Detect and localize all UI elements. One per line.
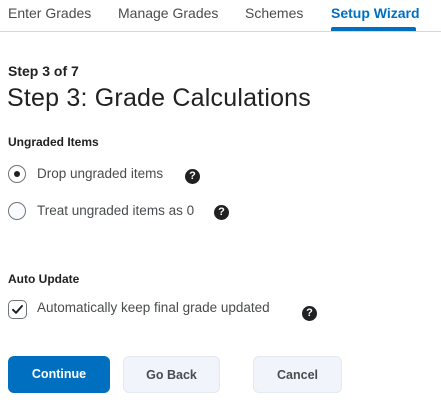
go-back-button[interactable]: Go Back <box>123 356 220 393</box>
active-tab-indicator <box>331 27 416 31</box>
checkmark-icon <box>12 305 23 314</box>
tab-schemes[interactable]: Schemes <box>245 5 303 21</box>
radio-treat-ungraded-zero[interactable] <box>8 202 26 220</box>
cancel-button[interactable]: Cancel <box>253 356 342 393</box>
tab-manage-grades[interactable]: Manage Grades <box>118 5 218 21</box>
help-icon[interactable]: ? <box>185 169 200 184</box>
page-title: Step 3: Grade Calculations <box>7 84 311 112</box>
radio-selected-dot <box>14 171 20 177</box>
radio-drop-ungraded-label[interactable]: Drop ungraded items <box>37 166 163 181</box>
grades-tab-bar: Enter Grades Manage Grades Schemes Setup… <box>0 0 441 32</box>
help-icon[interactable]: ? <box>214 205 229 220</box>
grades-setup-page: Enter Grades Manage Grades Schemes Setup… <box>0 0 441 414</box>
step-counter: Step 3 of 7 <box>8 63 79 79</box>
auto-update-checkbox[interactable] <box>8 300 27 319</box>
continue-button[interactable]: Continue <box>8 356 110 393</box>
radio-drop-ungraded[interactable] <box>8 165 26 183</box>
auto-update-label[interactable]: Automatically keep final grade updated <box>37 300 270 315</box>
auto-update-heading: Auto Update <box>8 272 80 286</box>
radio-treat-ungraded-zero-label[interactable]: Treat ungraded items as 0 <box>37 203 194 218</box>
tab-enter-grades[interactable]: Enter Grades <box>8 5 91 21</box>
tab-setup-wizard[interactable]: Setup Wizard <box>331 5 420 21</box>
ungraded-items-heading: Ungraded Items <box>8 135 99 149</box>
help-icon[interactable]: ? <box>302 306 317 321</box>
